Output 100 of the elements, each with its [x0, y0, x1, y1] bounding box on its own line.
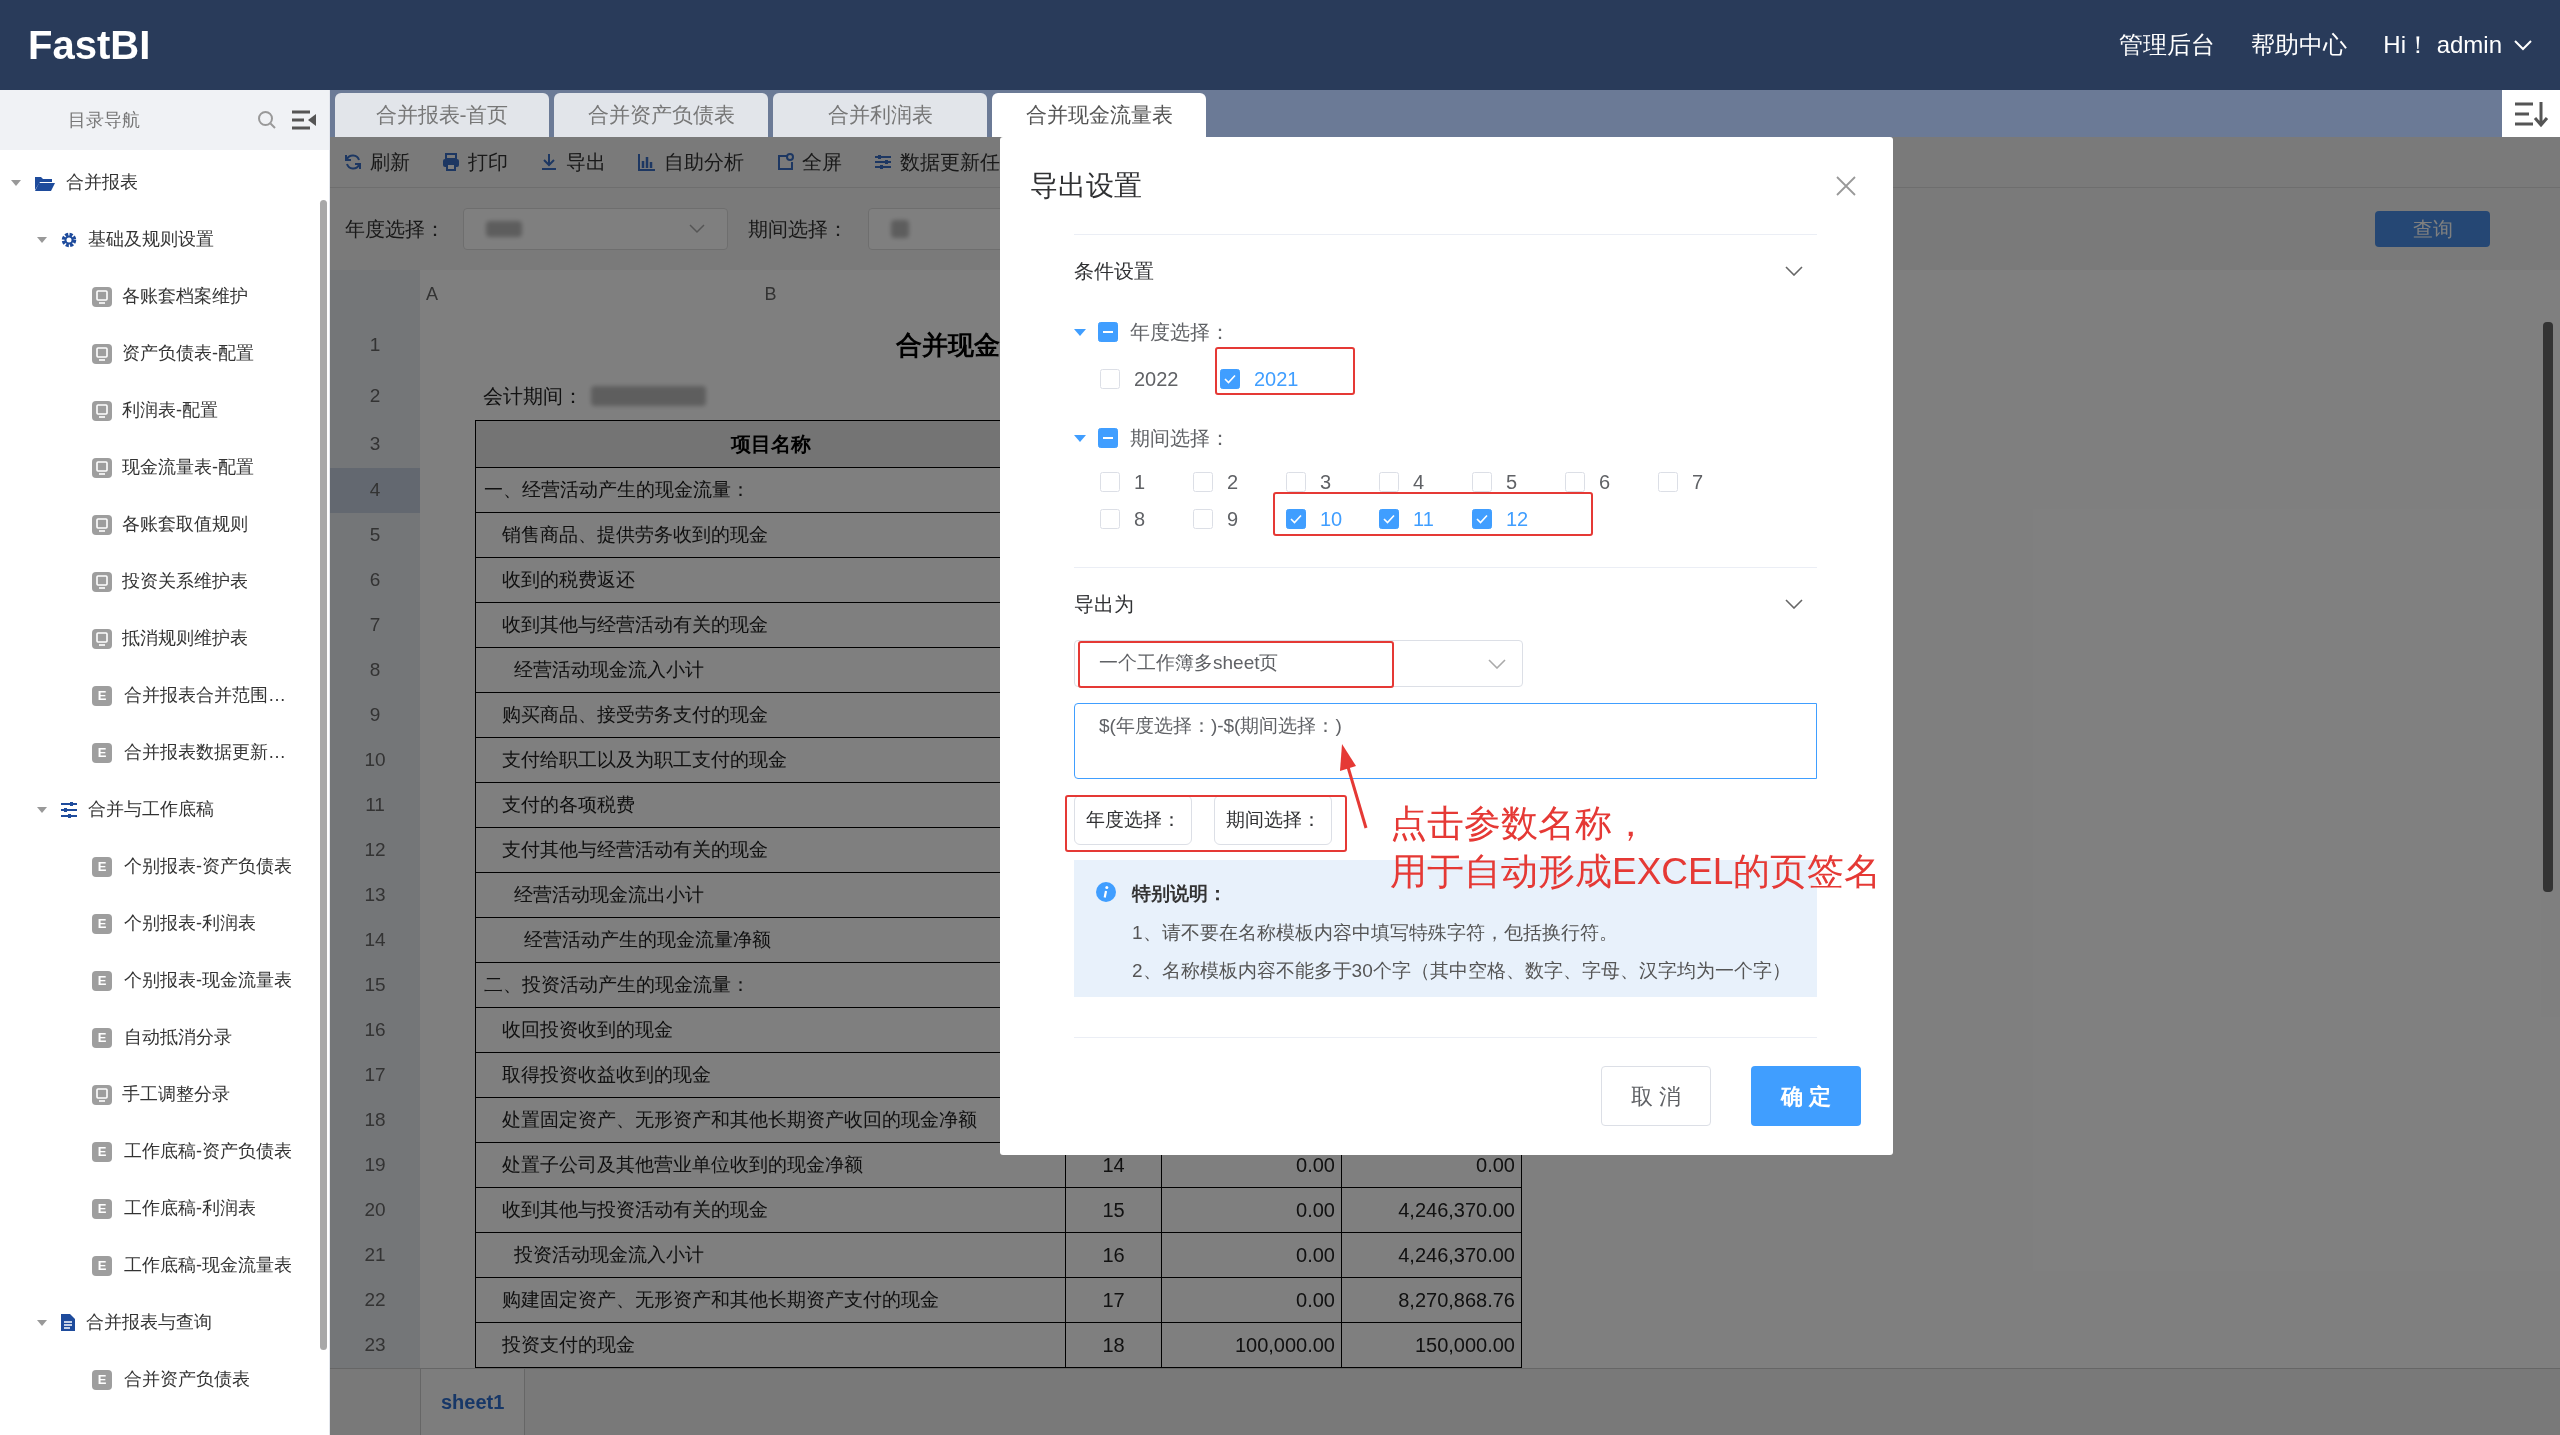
query-button[interactable]: 查询: [2375, 211, 2490, 247]
row-number[interactable]: 4: [330, 468, 420, 513]
toolbar-button[interactable]: 自助分析: [638, 147, 744, 177]
tree-item-label[interactable]: 工作底稿-资产负债表: [124, 1138, 292, 1165]
row-number[interactable]: 3: [330, 420, 420, 468]
tree-folder-label[interactable]: 基础及规则设置: [88, 226, 214, 253]
checkbox[interactable]: [1098, 428, 1118, 448]
checkbox-label: 5: [1506, 469, 1518, 495]
checkbox[interactable]: [1286, 508, 1306, 529]
toolbar-button[interactable]: 打印: [442, 147, 508, 177]
collapse-header[interactable]: 条件设置: [1074, 235, 1817, 307]
tree-item-label[interactable]: 工作底稿-现金流量表: [124, 1252, 292, 1279]
nav-link[interactable]: 管理后台: [2119, 27, 2216, 63]
checkbox-label: 9: [1227, 506, 1239, 532]
scrollbar-thumb[interactable]: [2543, 322, 2553, 892]
tree-item-label[interactable]: 个别报表-现金流量表: [124, 967, 292, 994]
chevron-down-icon: [1488, 658, 1506, 669]
export-mode-select[interactable]: 一个工作簿多sheet页: [1074, 640, 1523, 687]
tab[interactable]: 合并报表-首页: [335, 93, 549, 137]
row-number[interactable]: 18: [330, 1098, 420, 1143]
tree-folder-label[interactable]: 合并与工作底稿: [88, 796, 214, 823]
spreadsheet-icon: E: [92, 913, 112, 934]
tree-item-label[interactable]: 利润表-配置: [122, 397, 218, 424]
toolbar-button[interactable]: 全屏: [776, 147, 842, 177]
row-number[interactable]: 11: [330, 783, 420, 828]
tree-item-label[interactable]: 合并报表数据更新…: [124, 739, 286, 766]
spreadsheet-icon: E: [92, 1027, 112, 1048]
cancel-button[interactable]: 取 消: [1601, 1066, 1711, 1126]
tab[interactable]: 合并现金流量表: [992, 93, 1206, 137]
sidebar-title: 目录导航: [68, 108, 140, 132]
row-number[interactable]: 7: [330, 603, 420, 648]
row-number[interactable]: 14: [330, 918, 420, 963]
checkbox[interactable]: [1379, 508, 1399, 529]
collapse-header[interactable]: 导出为: [1074, 568, 1817, 640]
annotation-text: 点击参数名称，: [1390, 802, 1650, 846]
filter-label: 期间选择：: [748, 217, 848, 242]
tree-item-label[interactable]: 各账套档案维护: [122, 283, 248, 310]
tree-item-label[interactable]: 合并报表合并范围…: [124, 682, 286, 709]
printer-icon: [442, 153, 460, 171]
tree-item-label[interactable]: 个别报表-利润表: [124, 910, 256, 937]
nav-link[interactable]: 帮助中心: [2251, 27, 2348, 63]
period-label: 会计期间：: [483, 384, 583, 409]
tree-item-label[interactable]: 现金流量表-配置: [122, 454, 254, 481]
notice-text: 1、请不要在名称模板内容中填写特殊字符，包括换行符。: [1132, 920, 1619, 945]
tab[interactable]: 合并资产负债表: [554, 93, 768, 137]
row-number[interactable]: 22: [330, 1278, 420, 1323]
checkbox-label: 2: [1227, 469, 1239, 495]
row-number[interactable]: 9: [330, 693, 420, 738]
tree-item-label[interactable]: 个别报表-资产负债表: [124, 853, 292, 880]
close-button[interactable]: [1835, 174, 1857, 197]
checkbox[interactable]: [1220, 369, 1240, 389]
row-number[interactable]: 16: [330, 1008, 420, 1053]
tree-item-label[interactable]: 投资关系维护表: [122, 568, 248, 595]
year-select[interactable]: [463, 208, 728, 250]
table-cell: 4,246,370.00: [1342, 1233, 1522, 1278]
tree-item-label[interactable]: 手工调整分录: [122, 1081, 230, 1108]
sheet-tab[interactable]: sheet1: [420, 1369, 526, 1435]
row-number[interactable]: 17: [330, 1053, 420, 1098]
tree-item-label[interactable]: 抵消规则维护表: [122, 625, 248, 652]
row-number[interactable]: 1: [330, 318, 420, 372]
checkbox-label: 7: [1692, 469, 1704, 495]
toolbar-button[interactable]: 数据更新任: [874, 147, 1000, 177]
tree-item-label[interactable]: 各账套取值规则: [122, 511, 248, 538]
row-number[interactable]: 15: [330, 963, 420, 1008]
tab[interactable]: 合并利润表: [773, 93, 987, 137]
chevron-down-icon: [2514, 39, 2532, 51]
row-number[interactable]: 21: [330, 1233, 420, 1278]
tree-folder-label[interactable]: 合并报表: [66, 169, 138, 196]
toolbar-button[interactable]: 导出: [540, 147, 606, 177]
sort-button[interactable]: [2502, 90, 2560, 137]
column-header: B: [763, 282, 778, 306]
row-number[interactable]: 20: [330, 1188, 420, 1233]
checkbox[interactable]: [1472, 508, 1492, 529]
row-number[interactable]: 12: [330, 828, 420, 873]
tree-item-label[interactable]: 合并资产负债表: [124, 1366, 250, 1393]
scrollbar-thumb[interactable]: [320, 200, 327, 1350]
row-number[interactable]: 6: [330, 558, 420, 603]
spreadsheet-icon: E: [92, 1198, 112, 1219]
row-number[interactable]: 5: [330, 513, 420, 558]
chevron-down-icon: [689, 224, 705, 234]
row-number[interactable]: 19: [330, 1143, 420, 1188]
template-input[interactable]: $(年度选择：)-$(期间选择：): [1074, 703, 1817, 779]
confirm-button[interactable]: 确 定: [1751, 1066, 1861, 1126]
search-icon[interactable]: [257, 110, 277, 130]
menu-collapse-icon[interactable]: [291, 109, 317, 131]
row-number[interactable]: 8: [330, 648, 420, 693]
row-number[interactable]: 23: [330, 1323, 420, 1368]
tree-item-label[interactable]: 自动抵消分录: [124, 1024, 232, 1051]
tree-item-label[interactable]: 资产负债表-配置: [122, 340, 254, 367]
row-number[interactable]: 2: [330, 372, 420, 420]
toolbar-button[interactable]: 刷新: [344, 147, 410, 177]
spreadsheet-icon: E: [92, 1141, 112, 1162]
tree-folder-label[interactable]: 合并报表与查询: [86, 1309, 212, 1336]
row-number[interactable]: 13: [330, 873, 420, 918]
user-menu[interactable]: Hi！ admin: [2383, 27, 2532, 63]
spreadsheet-icon: E: [92, 1369, 112, 1390]
tree-item-label[interactable]: 工作底稿-利润表: [124, 1195, 256, 1222]
gear-icon: [60, 230, 78, 249]
checkbox[interactable]: [1098, 322, 1118, 342]
row-number[interactable]: 10: [330, 738, 420, 783]
